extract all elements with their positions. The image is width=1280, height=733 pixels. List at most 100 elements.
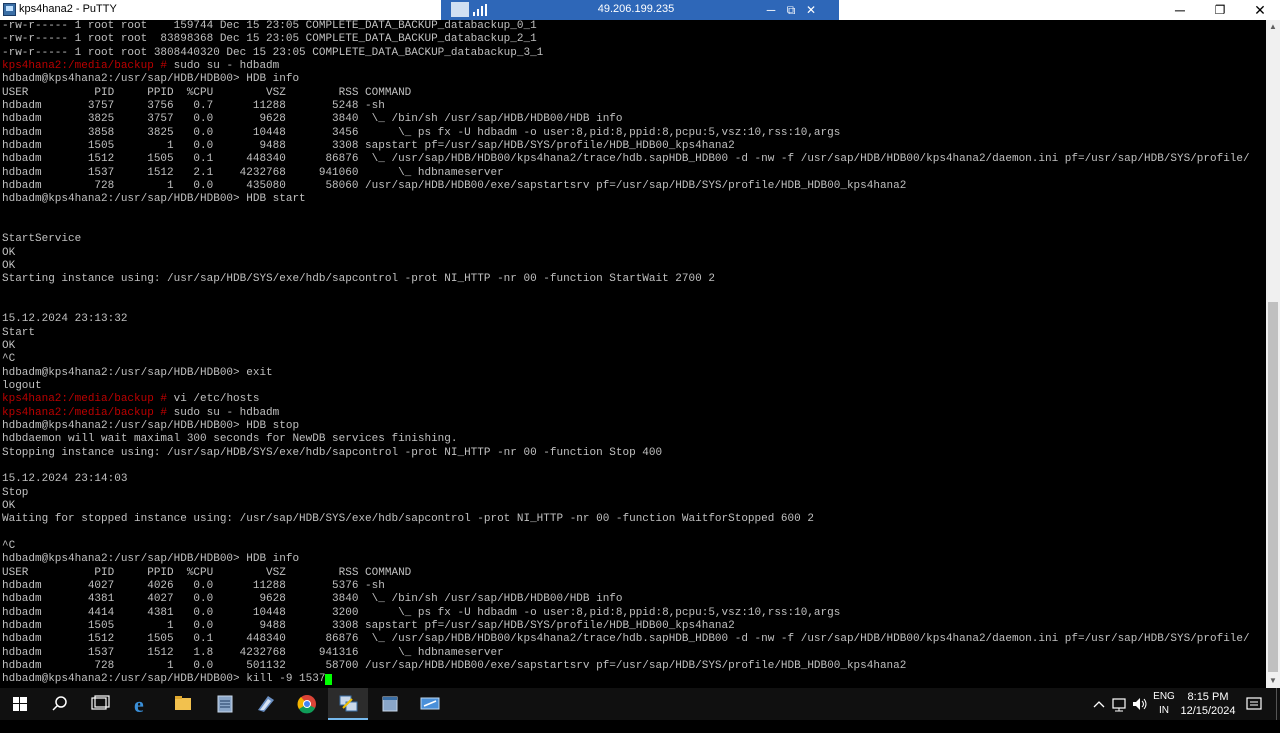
terminal-line: hdbadm@kps4hana2:/usr/sap/HDB/HDB00> HDB…	[2, 553, 299, 566]
terminal-line: 15.12.2024 23:13:32	[2, 313, 127, 326]
rdp-close-button[interactable]: ✕	[801, 0, 821, 20]
volume-icon[interactable]	[1130, 688, 1150, 720]
task-view-button[interactable]	[80, 688, 120, 720]
window-title: kps4hana2 - PuTTY	[19, 3, 117, 15]
terminal-line: kps4hana2:/media/backup # sudo su - hdba…	[2, 60, 279, 73]
terminal-line: hdbadm 3757 3756 0.7 11288 5248 -sh	[2, 100, 385, 113]
edge-icon: e	[134, 692, 144, 717]
terminal-line: OK	[2, 340, 15, 353]
terminal-text: hdbadm 728 1 0.0 435080 58060 /usr/sap/H…	[2, 179, 907, 192]
app-button[interactable]	[246, 688, 286, 720]
terminal-line: hdbadm 728 1 0.0 435080 58060 /usr/sap/H…	[2, 180, 906, 193]
rdp-minimize-button[interactable]: ─	[761, 0, 781, 20]
terminal-line: logout	[2, 380, 42, 393]
input-language-indicator[interactable]: ENG IN	[1150, 690, 1178, 718]
terminal-line: Stop	[2, 487, 28, 500]
terminal-text: hdbadm 1505 1 0.0 9488 3308 sapstart pf=…	[2, 619, 735, 632]
terminal-text: Starting instance using: /usr/sap/HDB/SY…	[2, 273, 715, 286]
terminal-text: hdbadm 3825 3757 0.0 9628 3840 \_ /bin/s…	[2, 113, 623, 126]
terminal-line: Start	[2, 327, 35, 340]
terminal-line: Waiting for stopped instance using: /usr…	[2, 513, 814, 526]
terminal-line: hdbadm 1505 1 0.0 9488 3308 sapstart pf=…	[2, 620, 735, 633]
chrome-button[interactable]	[287, 688, 327, 720]
terminal-line: hdbadm 1512 1505 0.1 448340 86876 \_ /us…	[2, 633, 1250, 646]
show-hidden-icons-chevron-icon[interactable]	[1090, 688, 1108, 720]
terminal-line: StartService	[2, 233, 81, 246]
terminal-text: Waiting for stopped instance using: /usr…	[2, 513, 814, 526]
terminal-text: hdbadm 4381 4027 0.0 9628 3840 \_ /bin/s…	[2, 593, 623, 606]
notifications-icon[interactable]	[1244, 688, 1264, 720]
terminal-text: sudo su - hdbadm	[167, 59, 280, 72]
putty-taskbar-button[interactable]	[328, 688, 368, 720]
vertical-scrollbar[interactable]: ▲ ▼	[1266, 20, 1280, 688]
window-button[interactable]	[370, 688, 410, 720]
app-icon	[258, 696, 274, 712]
notepad-icon	[217, 695, 233, 713]
minimize-button[interactable]: ─	[1160, 0, 1200, 20]
terminal-text: Stop	[2, 486, 29, 499]
terminal-text: hdbadm@kps4hana2:/usr/sap/HDB/HDB00> HDB…	[2, 193, 306, 206]
terminal-line: -rw-r----- 1 root root 159744 Dec 15 23:…	[2, 20, 537, 33]
terminal-text: hdbadm@kps4hana2:/usr/sap/HDB/HDB00> kil…	[2, 673, 326, 686]
terminal-text: ^C	[2, 539, 16, 552]
terminal-text: ^C	[2, 353, 16, 366]
terminal-line: hdbadm@kps4hana2:/usr/sap/HDB/HDB00> HDB…	[2, 420, 299, 433]
terminal-text: Stopping instance using: /usr/sap/HDB/SY…	[2, 446, 663, 459]
terminal-text: logout	[2, 379, 42, 392]
remote-desktop-bar: 49.206.199.235 ─ ⧉ ✕	[441, 0, 839, 20]
remote-desktop-button[interactable]	[410, 688, 450, 720]
close-button[interactable]: ✕	[1240, 0, 1280, 20]
scroll-up-arrow-icon[interactable]: ▲	[1266, 20, 1280, 34]
terminal-line: hdbadm 728 1 0.0 501132 58700 /usr/sap/H…	[2, 660, 906, 673]
terminal-line: Starting instance using: /usr/sap/HDB/SY…	[2, 273, 715, 286]
terminal-line: 15.12.2024 23:14:03	[2, 473, 127, 486]
terminal-line: -rw-r----- 1 root root 83898368 Dec 15 2…	[2, 33, 537, 46]
start-button[interactable]	[0, 688, 40, 720]
terminal-output[interactable]: -rw-r----- 1 root root 159744 Dec 15 23:…	[0, 20, 1266, 688]
terminal-text: -rw-r----- 1 root root 83898368 Dec 15 2…	[2, 33, 537, 46]
terminal-line: hdbadm 4027 4026 0.0 11288 5376 -sh	[2, 580, 385, 593]
terminal-text: sudo su - hdbadm	[167, 406, 280, 419]
search-button[interactable]	[40, 688, 80, 720]
show-desktop-button[interactable]	[1276, 688, 1280, 720]
terminal-line: hdbadm 4414 4381 0.0 10448 3200 \_ ps fx…	[2, 607, 840, 620]
putty-icon[interactable]	[3, 3, 16, 16]
taskbar: e ENG IN 8:15 PM 12/15/2024	[0, 688, 1280, 720]
terminal-line: kps4hana2:/media/backup # sudo su - hdba…	[2, 407, 279, 420]
terminal-text: OK	[2, 246, 16, 259]
scroll-thumb[interactable]	[1268, 302, 1278, 672]
terminal-line: USER PID PPID %CPU VSZ RSS COMMAND	[2, 87, 411, 100]
terminal-line: hdbdaemon will wait maximal 300 seconds …	[2, 433, 457, 446]
scroll-down-arrow-icon[interactable]: ▼	[1266, 674, 1280, 688]
terminal-line: OK	[2, 247, 15, 260]
terminal-text: hdbdaemon will wait maximal 300 seconds …	[2, 433, 458, 446]
maximize-button[interactable]: ❐	[1200, 0, 1240, 20]
terminal-line: USER PID PPID %CPU VSZ RSS COMMAND	[2, 567, 411, 580]
shell-prompt: kps4hana2:/media/backup #	[2, 406, 168, 419]
task-view-icon	[91, 695, 110, 710]
system-clock[interactable]: 8:15 PM 12/15/2024	[1177, 690, 1239, 718]
edge-button[interactable]: e	[122, 688, 162, 720]
notepad-button[interactable]	[205, 688, 245, 720]
terminal-line: hdbadm@kps4hana2:/usr/sap/HDB/HDB00> kil…	[2, 673, 333, 686]
signal-icon[interactable]	[473, 4, 487, 16]
terminal-text: -rw-r----- 1 root root 3808440320 Dec 15…	[2, 46, 544, 59]
shell-prompt: kps4hana2:/media/backup #	[2, 59, 168, 72]
language-region: IN	[1159, 705, 1169, 716]
terminal-line: Stopping instance using: /usr/sap/HDB/SY…	[2, 447, 662, 460]
svg-text:e: e	[134, 692, 144, 717]
window-icon	[382, 696, 398, 712]
network-icon[interactable]	[1110, 688, 1130, 720]
putty-icon	[339, 695, 358, 712]
search-icon	[52, 696, 67, 711]
terminal-line: hdbadm 1537 1512 2.1 4232768 941060 \_ h…	[2, 167, 504, 180]
terminal-text: StartService	[2, 233, 82, 246]
rdp-restore-button[interactable]: ⧉	[781, 0, 801, 20]
terminal-line: hdbadm@kps4hana2:/usr/sap/HDB/HDB00> HDB…	[2, 193, 306, 206]
terminal-text: vi /etc/hosts	[167, 393, 260, 406]
terminal-text: USER PID PPID %CPU VSZ RSS COMMAND	[2, 566, 412, 579]
file-explorer-button[interactable]	[163, 688, 203, 720]
terminal-cursor	[325, 674, 333, 686]
pin-icon[interactable]	[451, 2, 469, 17]
terminal-line: OK	[2, 500, 15, 513]
